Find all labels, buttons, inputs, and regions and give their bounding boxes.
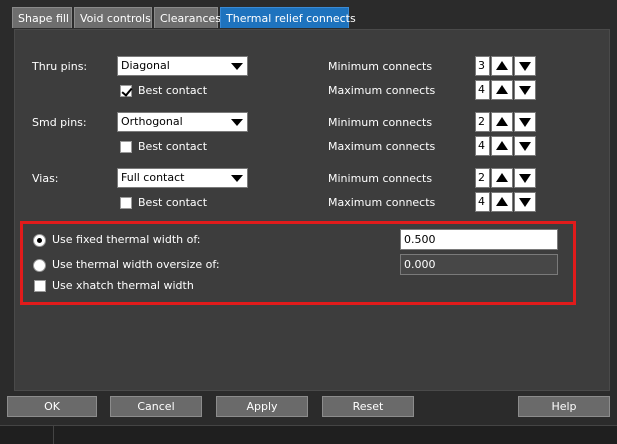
vias-dropdown[interactable]: Full contact	[117, 168, 248, 188]
checkmark-icon	[121, 85, 133, 97]
fixed-width-input[interactable]: 0.500	[400, 229, 558, 250]
thru-pins-label: Thru pins:	[32, 60, 88, 73]
xhatch-width-label: Use xhatch thermal width	[52, 279, 194, 292]
vias-max-decrement[interactable]	[514, 192, 536, 212]
arrow-up-icon	[496, 141, 508, 150]
oversize-width-label: Use thermal width oversize of:	[52, 258, 220, 271]
thru-pins-min-increment[interactable]	[491, 56, 513, 76]
status-bar-divider	[53, 426, 54, 444]
vias-max-label: Maximum connects	[328, 196, 436, 209]
vias-best-contact-checkbox[interactable]	[120, 197, 132, 209]
fixed-width-label: Use fixed thermal width of:	[52, 233, 201, 246]
arrow-down-icon	[519, 118, 531, 127]
smd-pins-dropdown[interactable]: Orthogonal	[117, 112, 248, 132]
arrow-up-icon	[496, 61, 508, 70]
thru-pins-min-decrement[interactable]	[514, 56, 536, 76]
thru-pins-min-label: Minimum connects	[328, 60, 433, 73]
vias-best-contact-label: Best contact	[138, 196, 208, 209]
vias-min-increment[interactable]	[491, 168, 513, 188]
tab-shape-fill[interactable]: Shape fill	[12, 7, 72, 28]
arrow-up-icon	[496, 85, 508, 94]
smd-pins-best-contact-label: Best contact	[138, 140, 208, 153]
tab-void-controls[interactable]: Void controls	[74, 7, 152, 28]
arrow-down-icon	[519, 174, 531, 183]
vias-min-value[interactable]: 2	[475, 168, 490, 188]
ok-button[interactable]: OK	[7, 396, 97, 417]
smd-pins-label: Smd pins:	[32, 116, 87, 129]
oversize-width-radio[interactable]	[33, 259, 46, 272]
arrow-down-icon	[519, 86, 531, 95]
thru-pins-dropdown-value: Diagonal	[121, 59, 170, 72]
arrow-up-icon	[496, 197, 508, 206]
smd-pins-max-label: Maximum connects	[328, 140, 436, 153]
arrow-up-icon	[496, 117, 508, 126]
arrow-down-icon	[519, 198, 531, 207]
xhatch-width-checkbox[interactable]	[34, 280, 46, 292]
tab-clearances[interactable]: Clearances	[154, 7, 221, 28]
apply-button[interactable]: Apply	[216, 396, 308, 417]
thru-pins-max-value[interactable]: 4	[475, 80, 490, 100]
chevron-down-icon	[231, 175, 243, 182]
smd-pins-min-label: Minimum connects	[328, 116, 433, 129]
smd-pins-min-decrement[interactable]	[514, 112, 536, 132]
thru-pins-best-contact-label: Best contact	[138, 84, 208, 97]
thru-pins-min-value[interactable]: 3	[475, 56, 490, 76]
arrow-up-icon	[496, 173, 508, 182]
arrow-down-icon	[519, 62, 531, 71]
thru-pins-max-label: Maximum connects	[328, 84, 436, 97]
smd-pins-min-increment[interactable]	[491, 112, 513, 132]
cancel-button[interactable]: Cancel	[110, 396, 202, 417]
vias-max-value[interactable]: 4	[475, 192, 490, 212]
thru-pins-max-decrement[interactable]	[514, 80, 536, 100]
fixed-width-radio[interactable]	[33, 234, 46, 247]
vias-label: Vias:	[32, 172, 59, 185]
chevron-down-icon	[231, 63, 243, 70]
thru-pins-dropdown[interactable]: Diagonal	[117, 56, 248, 76]
vias-min-label: Minimum connects	[328, 172, 433, 185]
vias-min-decrement[interactable]	[514, 168, 536, 188]
chevron-down-icon	[231, 119, 243, 126]
smd-pins-max-decrement[interactable]	[514, 136, 536, 156]
oversize-width-input[interactable]: 0.000	[400, 254, 558, 275]
arrow-down-icon	[519, 142, 531, 151]
smd-pins-dropdown-value: Orthogonal	[121, 115, 183, 128]
reset-button[interactable]: Reset	[322, 396, 414, 417]
radio-selected-dot	[37, 238, 42, 243]
smd-pins-best-contact-checkbox[interactable]	[120, 141, 132, 153]
smd-pins-min-value[interactable]: 2	[475, 112, 490, 132]
status-bar	[0, 425, 617, 444]
smd-pins-max-increment[interactable]	[491, 136, 513, 156]
thru-pins-max-increment[interactable]	[491, 80, 513, 100]
vias-dropdown-value: Full contact	[121, 171, 185, 184]
help-button[interactable]: Help	[518, 396, 610, 417]
tab-thermal-relief-connects[interactable]: Thermal relief connects	[220, 7, 356, 28]
smd-pins-max-value[interactable]: 4	[475, 136, 490, 156]
vias-max-increment[interactable]	[491, 192, 513, 212]
thru-pins-best-contact-checkbox[interactable]	[120, 85, 133, 97]
